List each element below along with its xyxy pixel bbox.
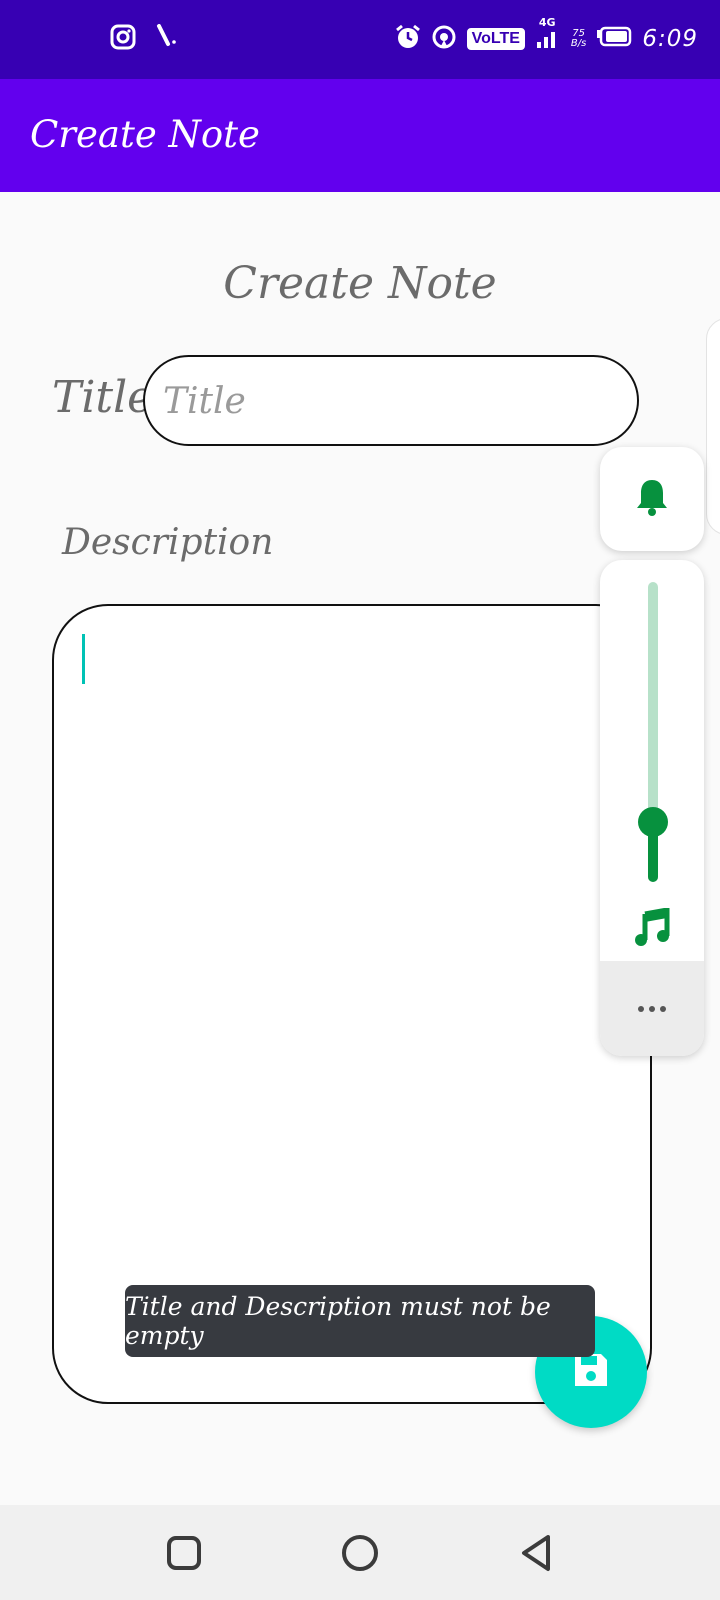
- network-gen: 4G: [538, 16, 556, 29]
- volume-slider-thumb[interactable]: [638, 807, 668, 837]
- side-panel-edge: [706, 318, 720, 535]
- status-bar: VoLTE 4G 75 B/s 6:09: [0, 0, 720, 79]
- description-label: Description: [62, 522, 274, 563]
- recents-button[interactable]: [164, 1533, 204, 1573]
- ringer-mode-button[interactable]: [600, 447, 704, 551]
- title-input[interactable]: [161, 375, 605, 427]
- clock: 6:09: [642, 26, 698, 52]
- alarm-icon: [395, 24, 421, 54]
- battery-icon: [596, 26, 632, 52]
- text-cursor: [82, 634, 85, 684]
- volume-settings-button[interactable]: [600, 961, 704, 1056]
- signal-slash-icon: [156, 24, 178, 54]
- bell-icon: [634, 477, 670, 521]
- hotspot-icon: [431, 24, 457, 54]
- music-note-icon: [632, 907, 672, 952]
- recents-icon: [164, 1536, 204, 1577]
- volume-panel: [600, 560, 704, 1056]
- app-bar-title: Create Note: [30, 113, 260, 156]
- more-icon: [638, 1005, 666, 1012]
- instagram-icon: [110, 24, 136, 54]
- home-icon: [340, 1535, 380, 1577]
- description-input[interactable]: [52, 604, 652, 1404]
- title-field[interactable]: [143, 355, 639, 446]
- back-button[interactable]: [516, 1533, 556, 1573]
- page-title: Create Note: [223, 258, 497, 309]
- toast-message: Title and Description must not be empty: [125, 1285, 595, 1357]
- app-bar: Create Note: [0, 79, 720, 192]
- media-volume-button[interactable]: [632, 907, 672, 948]
- home-button[interactable]: [340, 1533, 380, 1573]
- volte-badge: VoLTE: [466, 28, 525, 50]
- speed-indicator: 75 B/s: [570, 28, 587, 49]
- signal-icon: 4G: [535, 16, 561, 54]
- navigation-bar: [0, 1505, 720, 1600]
- back-icon: [516, 1535, 556, 1577]
- title-label: Title: [52, 372, 154, 423]
